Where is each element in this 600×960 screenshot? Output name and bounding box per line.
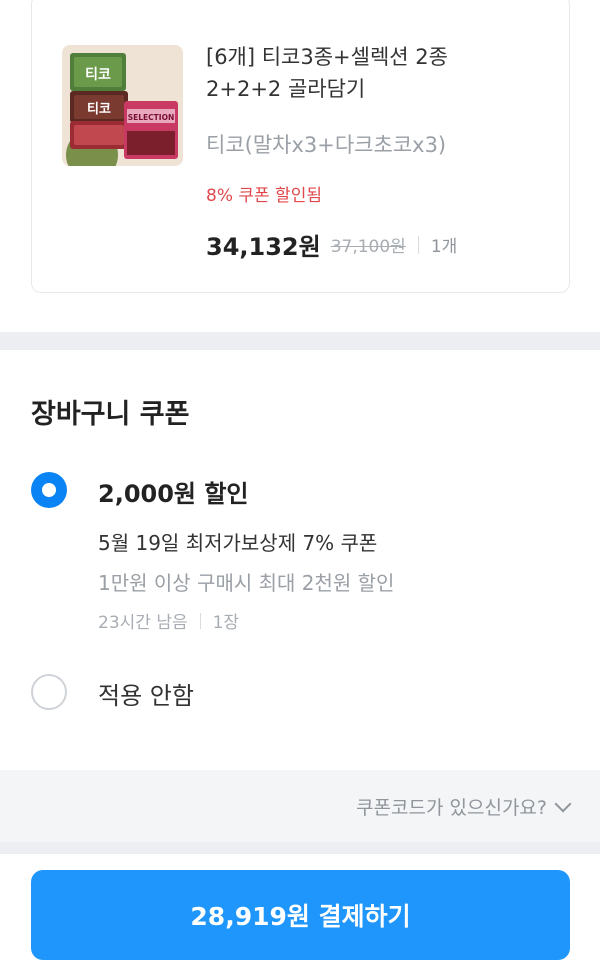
coupon-condition: 1만원 이상 구매시 최대 2천원 할인 (98, 571, 395, 595)
product-card: 티코 티코 SELECTION [6개] 티코3종+셀렉션 2종 2+2+2 골… (31, 0, 570, 293)
product-section: 티코 티코 SELECTION [6개] 티코3종+셀렉션 2종 2+2+2 골… (0, 0, 600, 332)
product-price: 34,132원 (206, 233, 321, 261)
no-coupon-label[interactable]: 적용 안함 (98, 676, 194, 711)
coupon-code-link[interactable]: 쿠폰코드가 있으신가요? (356, 793, 572, 820)
coupon-code-label: 쿠폰코드가 있으신가요? (356, 797, 547, 819)
coupon-radio-none[interactable] (31, 674, 67, 710)
thumb-label-1: 티코 (85, 67, 111, 83)
product-image: 티코 티코 SELECTION (62, 45, 183, 166)
product-price-row: 34,132원 37,100원 1개 (206, 227, 457, 262)
coupon-meta: 23시간 남음 1장 (98, 608, 239, 633)
cart-coupon-title: 장바구니 쿠폰 (31, 399, 190, 430)
coupon-amount[interactable]: 2,000원 할인 (98, 474, 249, 509)
product-thumbnail[interactable]: 티코 티코 SELECTION (62, 45, 183, 166)
price-divider (417, 235, 419, 254)
chevron-down-icon (554, 795, 572, 812)
product-name-line1: [6개] 티코3종+셀렉션 2종 (206, 45, 448, 69)
coupon-meta-divider (199, 612, 201, 629)
product-name[interactable]: [6개] 티코3종+셀렉션 2종 2+2+2 골라담기 (206, 41, 546, 105)
coupon-name: 5월 19일 최저가보상제 7% 쿠폰 (98, 531, 378, 555)
product-name-line2: 2+2+2 골라담기 (206, 77, 366, 101)
bottom-divider (0, 842, 600, 854)
thumb-label-3: SELECTION (128, 113, 175, 122)
thumb-label-2: 티코 (87, 101, 111, 117)
pay-button[interactable]: 28,919원 결제하기 (31, 870, 570, 960)
product-original-price: 37,100원 (330, 237, 406, 257)
product-quantity: 1개 (430, 237, 458, 257)
section-divider (0, 332, 600, 350)
coupon-radio-selected[interactable] (31, 472, 67, 508)
coupon-time-left: 23시간 남음 (98, 613, 188, 633)
product-option: 티코(말차x3+다크초코x3) (206, 133, 447, 157)
product-coupon-applied: 8% 쿠폰 할인됨 (206, 186, 322, 206)
coupon-count: 1장 (212, 613, 240, 633)
